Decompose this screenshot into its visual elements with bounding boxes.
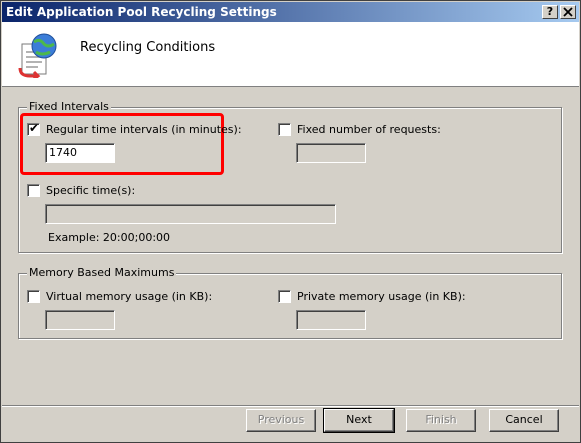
fixed-requests-input[interactable] [296, 143, 366, 163]
previous-button[interactable]: Previous [246, 409, 316, 432]
specific-times-label: Specific time(s): [46, 184, 136, 197]
window-title: Edit Application Pool Recycling Settings [6, 5, 277, 19]
close-button[interactable] [560, 5, 576, 19]
fixed-intervals-legend: Fixed Intervals [27, 100, 111, 113]
regular-time-label: Regular time intervals (in minutes): [46, 123, 242, 136]
specific-times-checkbox[interactable] [27, 184, 40, 197]
button-separator [2, 405, 579, 407]
memory-maximums-legend: Memory Based Maximums [27, 266, 177, 279]
title-bar: Edit Application Pool Recycling Settings… [2, 2, 579, 22]
wizard-header: Recycling Conditions [2, 22, 579, 87]
specific-times-example: Example: 20:00;00:00 [48, 231, 171, 244]
recycling-document-globe-icon [18, 33, 57, 78]
virtual-memory-label: Virtual memory usage (in KB): [46, 290, 213, 303]
help-button[interactable]: ? [542, 5, 558, 19]
private-memory-input[interactable] [296, 310, 366, 330]
regular-time-input[interactable]: 1740 [45, 143, 115, 163]
close-icon [563, 7, 573, 17]
regular-time-checkbox[interactable]: ✔ [27, 121, 40, 136]
fixed-requests-checkbox[interactable] [278, 123, 291, 136]
checkmark-icon: ✔ [29, 121, 40, 135]
specific-times-input[interactable] [45, 204, 336, 224]
finish-button[interactable]: Finish [406, 409, 476, 432]
fixed-requests-label: Fixed number of requests: [297, 123, 441, 136]
cancel-button[interactable]: Cancel [489, 409, 559, 432]
private-memory-checkbox[interactable] [278, 290, 291, 303]
page-title: Recycling Conditions [80, 40, 216, 55]
dialog-window: Edit Application Pool Recycling Settings… [0, 0, 581, 443]
virtual-memory-input[interactable] [45, 310, 115, 330]
next-button[interactable]: Next [323, 408, 395, 433]
private-memory-label: Private memory usage (in KB): [297, 290, 466, 303]
virtual-memory-checkbox[interactable] [27, 290, 40, 303]
